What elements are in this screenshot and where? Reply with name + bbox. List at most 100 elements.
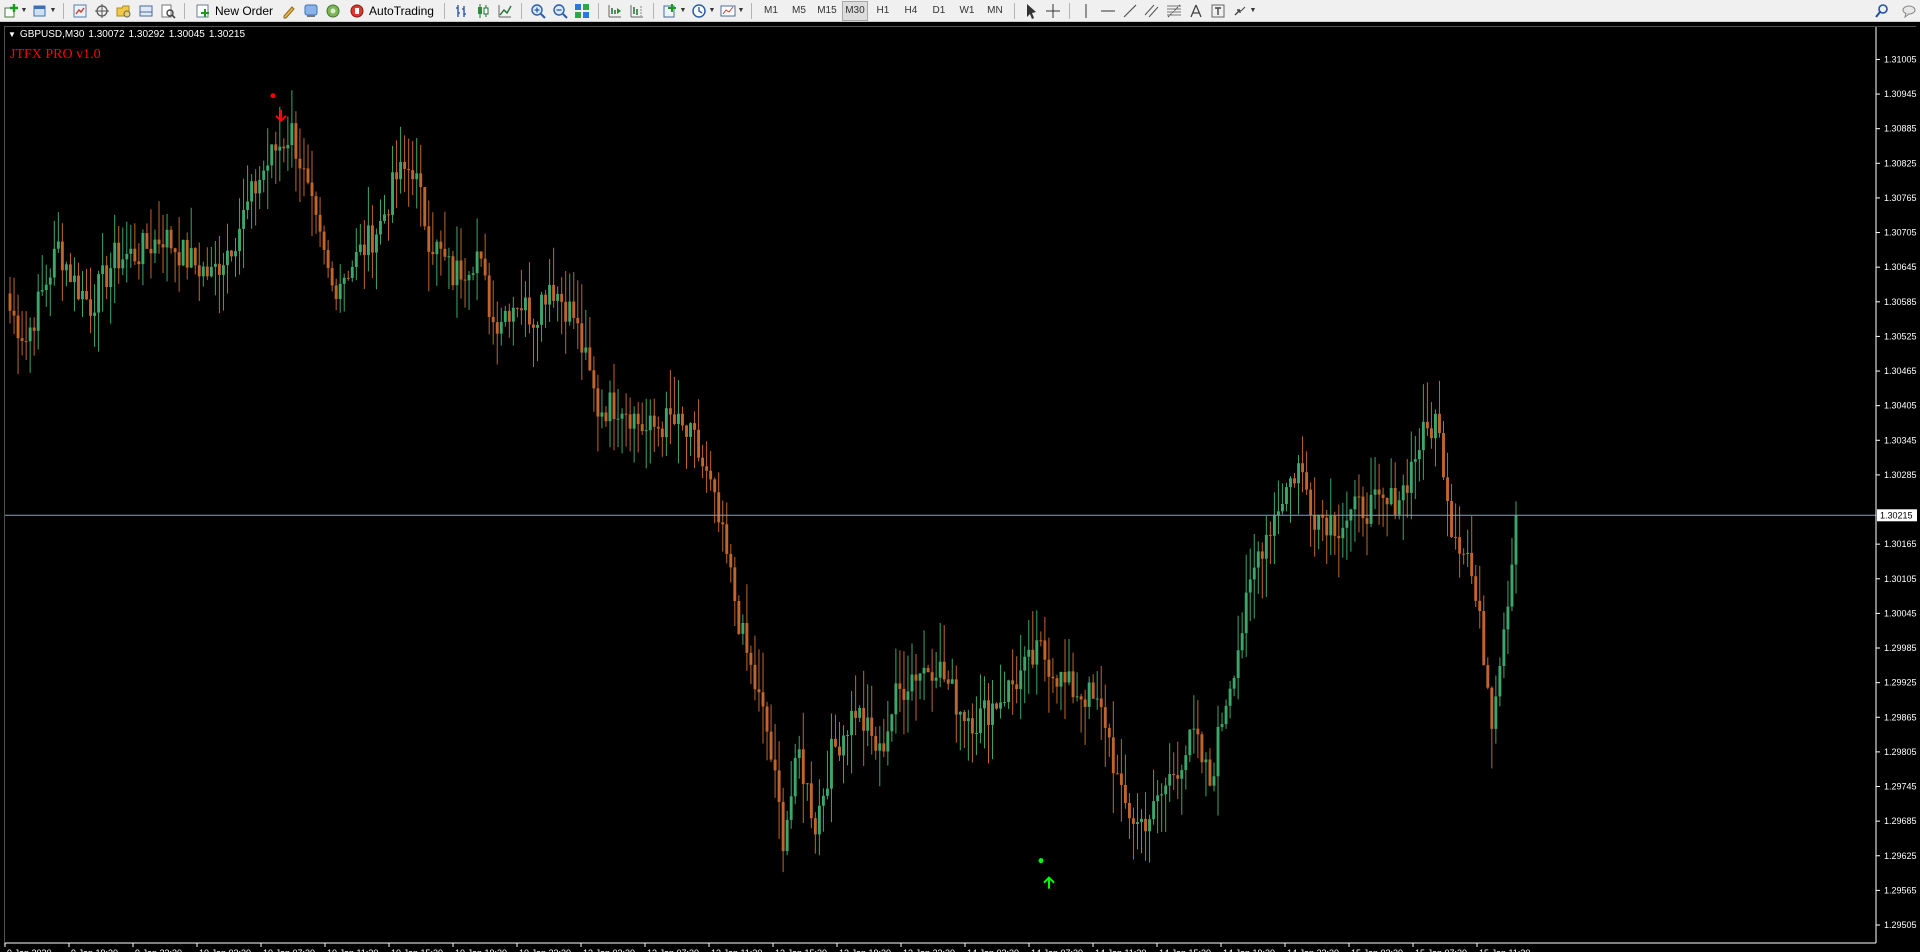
zoom-in-icon[interactable] [528,1,548,21]
templates-icon[interactable] [718,1,738,21]
timeframe-d1-button[interactable]: D1 [926,1,952,21]
candlesticks-icon[interactable] [473,1,493,21]
candle [149,209,153,279]
market-watch-icon[interactable] [70,1,90,21]
candle [745,584,749,671]
candle [1059,671,1063,711]
candle [1305,451,1309,495]
candle [399,126,403,194]
horizontal-line-icon[interactable] [1098,1,1118,21]
tile-windows-icon[interactable] [572,1,592,21]
candle [834,714,837,748]
chart-window[interactable]: 1.31005 1.30945 1.30885 1.30825 1.30765 1.307… [0,23,1920,952]
candle [809,761,813,829]
fibonacci-icon[interactable] [1164,1,1184,21]
autotrading-button[interactable]: AutoTrading [345,1,438,21]
timeframe-m5-button[interactable]: M5 [786,1,812,21]
chart-shift-icon[interactable] [627,1,647,21]
timeframe-h4-button[interactable]: H4 [898,1,924,21]
price-scale-layer: 1.31005 1.30945 1.30885 1.30825 1.30765 1.307… [1875,27,1917,943]
candle [761,652,765,744]
candle [85,268,88,301]
trendline-icon[interactable] [1120,1,1140,21]
bar-chart-icon[interactable] [451,1,471,21]
candle [797,735,801,779]
timeframe-mn-button[interactable]: MN [982,1,1008,21]
toolbar-separator [443,2,445,19]
candle [1047,637,1051,713]
candle [1228,680,1232,719]
candle [463,257,467,308]
candle [322,225,326,265]
candle [1176,741,1180,799]
candle [197,242,201,301]
price-tick-label: 1.30345 [1884,435,1917,445]
candle [467,271,471,310]
candle [157,201,161,254]
terminal-icon[interactable] [136,1,156,21]
candle [918,672,922,700]
candle [1442,420,1445,480]
candle [145,223,149,249]
data-window-icon[interactable] [92,1,112,21]
arrows-dropdown-icon[interactable]: ▼ [1249,1,1257,21]
periods-dropdown-icon[interactable]: ▼ [708,1,716,21]
chat-icon[interactable] [1899,1,1919,21]
crosshair-icon[interactable] [1043,1,1063,21]
candle [254,169,258,226]
symbol-timeframe: GBPUSD,M30 [19,29,85,40]
timeframe-m30-button[interactable]: M30 [841,0,868,21]
indicators-dropdown-icon[interactable]: ▼ [679,1,687,21]
timeframe-m1-button[interactable]: M1 [758,1,784,21]
new-chart-dropdown-icon[interactable]: ▼ [20,1,28,21]
arrows-icon[interactable] [1230,1,1250,21]
strategy-tester-icon[interactable] [158,1,178,21]
text-icon[interactable] [1186,1,1206,21]
candle [185,232,189,280]
candle [721,500,725,552]
templates-dropdown-icon[interactable]: ▼ [737,1,745,21]
profiles-dropdown-icon[interactable]: ▼ [49,1,57,21]
candle [48,268,52,317]
signals-icon[interactable] [301,1,321,21]
new-order-button[interactable]: New Order [191,1,277,21]
candle [1498,657,1502,707]
auto-scroll-icon[interactable] [605,1,625,21]
new-chart-icon[interactable] [1,1,21,21]
candle [298,128,302,203]
candle [370,205,374,279]
line-chart-icon[interactable] [495,1,515,21]
candle [789,761,793,829]
price-tick-label: 1.29805 [1884,747,1917,757]
candle [902,651,906,735]
candle [24,311,28,361]
equidistant-channel-icon[interactable] [1142,1,1162,21]
candle [1063,639,1067,720]
cursor-icon[interactable] [1021,1,1041,21]
price-chart[interactable]: 1.31005 1.30945 1.30885 1.30825 1.30765 1.307… [0,23,1920,952]
symbol-dropdown-icon[interactable]: ▼ [8,30,16,39]
market-icon[interactable] [323,1,343,21]
candle [379,199,382,245]
text-label-icon[interactable] [1208,1,1228,21]
time-tick-label: 14 Jan 23:30 [1287,948,1339,952]
candle [652,398,656,452]
metaeditor-icon[interactable] [279,1,299,21]
candle [685,424,688,469]
navigator-icon[interactable] [114,1,134,21]
candle [729,543,733,583]
candle [419,144,423,227]
search-icon[interactable] [1872,1,1892,21]
time-tick-label: 10 Jan 07:30 [263,948,315,952]
vertical-line-icon[interactable] [1076,1,1096,21]
timeframe-h1-button[interactable]: H1 [870,1,896,21]
zoom-out-icon[interactable] [550,1,570,21]
candle [36,274,40,350]
timeframe-m15-button[interactable]: M15 [814,1,840,21]
timeframe-w1-button[interactable]: W1 [954,1,980,21]
autotrading-label: AutoTrading [369,3,434,18]
periods-icon[interactable] [689,1,709,21]
candle [886,700,890,766]
profiles-icon[interactable] [30,1,50,21]
indicators-icon[interactable] [660,1,680,21]
